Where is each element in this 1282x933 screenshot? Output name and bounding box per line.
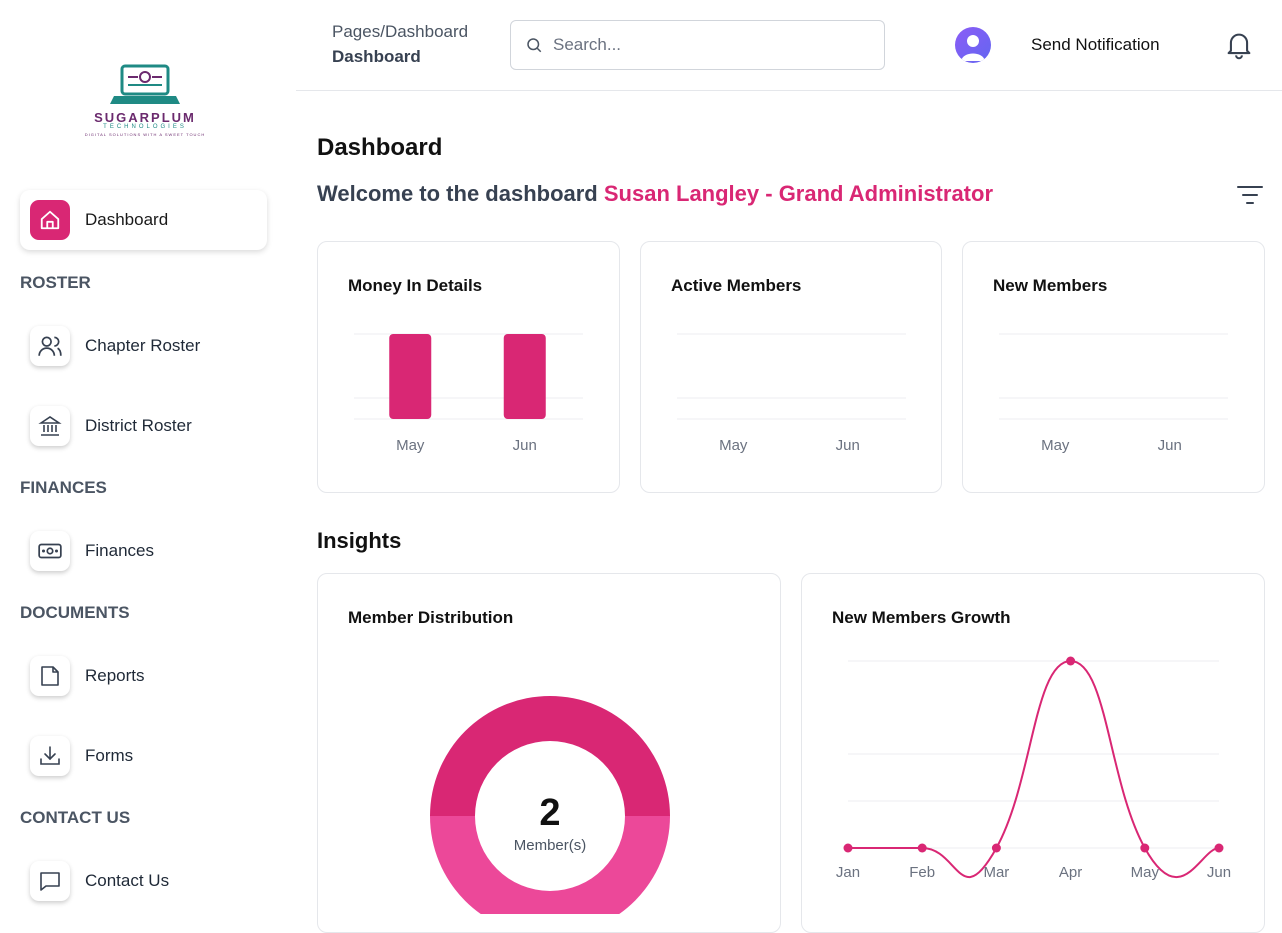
- data-point[interactable]: [917, 843, 927, 853]
- avatar[interactable]: [955, 27, 991, 63]
- donut-center-value: 2: [539, 792, 560, 834]
- donut-center-label: Member(s): [514, 837, 587, 854]
- section-contact-us: CONTACT US: [20, 808, 131, 827]
- download-icon: [30, 736, 70, 776]
- active-members-chart: May Jun: [677, 333, 906, 454]
- sidebar-item-label: District Roster: [85, 416, 192, 435]
- data-point[interactable]: [843, 843, 853, 853]
- users-icon: [30, 326, 70, 366]
- search-placeholder: Search...: [553, 35, 622, 54]
- welcome-prefix: Welcome to the dashboard: [317, 181, 598, 206]
- x-tick-label: Jun: [836, 437, 860, 454]
- new-members-card: New Members May Jun: [962, 241, 1265, 493]
- sidebar: SUGARPLUM TECHNOLOGIES DIGITAL SOLUTIONS…: [0, 0, 296, 905]
- data-point[interactable]: [1214, 843, 1224, 853]
- x-tick-label: May: [1131, 864, 1160, 881]
- series-line: [847, 659, 1220, 878]
- search-input[interactable]: Search...: [510, 20, 885, 70]
- company-logo[interactable]: SUGARPLUM TECHNOLOGIES DIGITAL SOLUTIONS…: [80, 62, 210, 142]
- sidebar-item-finances[interactable]: Finances: [30, 531, 154, 571]
- member-distribution-card: Member Distribution 2 Member(s): [317, 573, 781, 933]
- logo-sub: TECHNOLOGIES: [103, 124, 187, 130]
- x-tick-label: Jun: [513, 437, 537, 454]
- data-point[interactable]: [1066, 656, 1076, 666]
- bell-icon[interactable]: [1225, 30, 1253, 65]
- x-tick-label: Jun: [1207, 864, 1231, 881]
- money-icon: [30, 531, 70, 571]
- breadcrumb: Pages/Dashboard: [332, 22, 468, 42]
- logo-tagline: DIGITAL SOLUTIONS WITH A SWEET TOUCH: [84, 132, 206, 137]
- sidebar-item-forms[interactable]: Forms: [30, 736, 133, 776]
- section-documents: DOCUMENTS: [20, 603, 130, 622]
- sidebar-item-label: Chapter Roster: [85, 336, 201, 355]
- sidebar-item-label: Dashboard: [85, 210, 169, 229]
- sidebar-item-dashboard[interactable]: Dashboard: [20, 190, 267, 250]
- sidebar-item-district-roster[interactable]: District Roster: [30, 406, 192, 446]
- message-icon: [30, 861, 70, 901]
- sidebar-item-contact-us[interactable]: Contact Us: [30, 861, 169, 901]
- member-distribution-chart: 2 Member(s): [430, 696, 670, 914]
- bar[interactable]: [389, 334, 432, 419]
- x-tick-label: May: [719, 437, 748, 454]
- sidebar-item-chapter-roster[interactable]: Chapter Roster: [30, 326, 200, 366]
- welcome-message: Welcome to the dashboard Susan Langley -…: [317, 181, 993, 207]
- x-tick-label: Feb: [909, 864, 935, 881]
- send-notification-button[interactable]: Send Notification: [1031, 35, 1160, 55]
- welcome-user-name: Susan Langley - Grand Administrator: [603, 181, 994, 206]
- breadcrumb-root[interactable]: Pages: [332, 22, 380, 41]
- x-tick-label: Apr: [1059, 864, 1082, 881]
- filter-icon[interactable]: [1236, 183, 1264, 212]
- data-point[interactable]: [991, 843, 1001, 853]
- new-members-growth-chart: Jan Feb Mar Apr May Jun: [836, 656, 1231, 881]
- user-icon: [961, 35, 985, 61]
- active-members-card: Active Members May Jun: [640, 241, 942, 493]
- money-in-card: Money In Details May Jun: [317, 241, 620, 493]
- new-members-chart: May Jun: [999, 333, 1228, 454]
- header-title: Dashboard: [332, 47, 421, 66]
- bar[interactable]: [503, 334, 546, 419]
- insights-title: Insights: [317, 528, 402, 553]
- x-tick-label: May: [396, 437, 425, 454]
- search-icon: [527, 38, 542, 53]
- new-members-growth-card: New Members Growth Jan Feb Mar Apr May Jun: [801, 573, 1265, 933]
- section-roster: ROSTER: [20, 273, 91, 292]
- logo-name: SUGARPLUM: [94, 110, 196, 125]
- money-in-chart: May Jun: [354, 333, 583, 454]
- file-icon: [30, 656, 70, 696]
- sidebar-item-label: Contact Us: [85, 871, 170, 890]
- x-tick-label: Jan: [836, 864, 860, 881]
- bank-icon: [30, 406, 70, 446]
- breadcrumb-current: Dashboard: [384, 22, 469, 41]
- top-bar: Pages/Dashboard Dashboard Search... Send…: [296, 0, 1282, 91]
- x-tick-label: Mar: [983, 864, 1009, 881]
- x-tick-label: Jun: [1158, 437, 1182, 454]
- page-title: Dashboard: [317, 134, 443, 161]
- home-icon: [30, 200, 70, 240]
- sidebar-item-label: Reports: [85, 666, 145, 685]
- logo-mark: [110, 64, 180, 104]
- section-finances: FINANCES: [20, 478, 107, 497]
- sidebar-item-reports[interactable]: Reports: [30, 656, 145, 696]
- x-tick-label: May: [1041, 437, 1070, 454]
- sidebar-item-label: Forms: [85, 746, 134, 765]
- sidebar-item-label: Finances: [85, 541, 154, 560]
- data-point[interactable]: [1140, 843, 1150, 853]
